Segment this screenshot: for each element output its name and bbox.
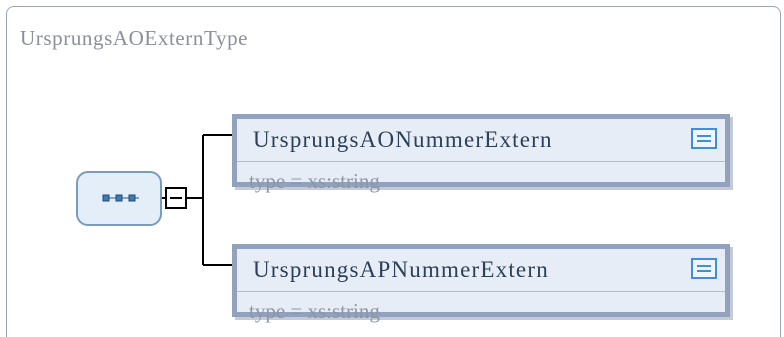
element-ursprungs-ao-nummer-extern[interactable]: UrsprungsAONummerExtern type = xs:string (232, 114, 730, 193)
sequence-icon (102, 194, 139, 202)
element-type: type = xs:string (249, 169, 380, 193)
element-name: UrsprungsAPNummerExtern (253, 257, 549, 282)
element-header: UrsprungsAONummerExtern (237, 119, 725, 162)
sequence-compositor[interactable] (76, 171, 162, 226)
element-header: UrsprungsAPNummerExtern (237, 249, 725, 292)
documentation-icon[interactable] (691, 128, 717, 149)
element-name: UrsprungsAONummerExtern (253, 127, 553, 152)
element-ursprungs-ap-nummer-extern[interactable]: UrsprungsAPNummerExtern type = xs:string (232, 244, 730, 323)
element-type: type = xs:string (249, 299, 380, 323)
minus-icon[interactable] (165, 187, 187, 209)
documentation-icon[interactable] (691, 258, 717, 279)
schema-diagram: UrsprungsAOExternType UrsprungsAONummerE… (0, 0, 784, 337)
